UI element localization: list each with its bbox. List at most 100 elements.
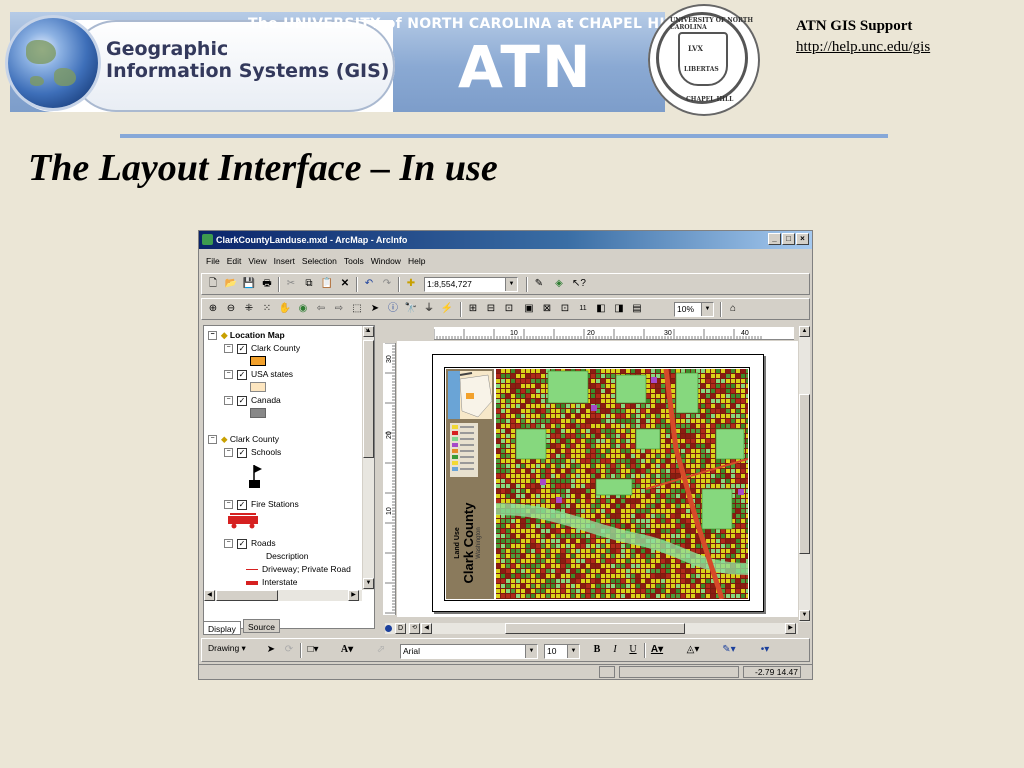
menu-file[interactable]: File xyxy=(206,252,220,270)
italic-button[interactable]: I xyxy=(608,643,622,657)
forward-extent-icon[interactable]: ⇨ xyxy=(332,302,346,316)
zoom-whole-page-icon[interactable]: ▣ xyxy=(522,302,536,316)
land-use-map[interactable] xyxy=(496,369,748,599)
toc-fire-stations[interactable]: − ✓ Fire Stations xyxy=(224,499,299,510)
underline-button[interactable]: U xyxy=(626,643,640,657)
hscroll-thumb[interactable] xyxy=(216,590,278,601)
select-elements-icon[interactable]: ➤ xyxy=(368,302,382,316)
undo-icon[interactable]: ↶ xyxy=(362,277,376,291)
paste-icon[interactable]: 📋 xyxy=(320,277,334,291)
previous-extent-layout-icon[interactable]: ◧ xyxy=(594,302,608,316)
line-color-icon[interactable]: ✎▾ xyxy=(722,643,736,657)
font-size-combo[interactable]: 10 ▼ xyxy=(544,644,580,659)
copy-icon[interactable]: ⧉ xyxy=(302,277,316,291)
menu-insert[interactable]: Insert xyxy=(274,252,295,270)
full-extent-icon[interactable]: ◉ xyxy=(296,302,310,316)
edit-vertices-icon[interactable]: ⬀ xyxy=(374,643,388,657)
zoom-in-icon[interactable]: ⊕ xyxy=(206,302,220,316)
text-tool-icon[interactable]: A▾ xyxy=(340,643,354,657)
chevron-down-icon[interactable]: ▼ xyxy=(525,645,537,658)
scroll-left-arrow-icon[interactable]: ◀ xyxy=(204,590,215,601)
layout-vertical-scrollbar[interactable]: ▲ ▼ xyxy=(798,326,810,622)
chevron-down-icon[interactable]: ▼ xyxy=(701,303,713,316)
scroll-right-arrow-icon[interactable]: ▶ xyxy=(348,590,359,601)
toc-usa-states[interactable]: − ✓ USA states xyxy=(224,369,293,380)
refresh-icon[interactable]: ⟲ xyxy=(409,623,420,634)
toc-clark-county-layer[interactable]: − ✓ Clark County xyxy=(224,343,300,354)
layout-horizontal-scrollbar[interactable]: D ⟲ ◀ ▶ xyxy=(385,623,798,634)
editor-toolbar-icon[interactable]: ✎ xyxy=(532,277,546,291)
toc-horizontal-scrollbar[interactable]: ◀ ▶ xyxy=(204,590,362,601)
menu-selection[interactable]: Selection xyxy=(302,252,337,270)
layout-scroll-thumb[interactable] xyxy=(799,394,810,554)
toc-close-icon[interactable]: × xyxy=(365,326,370,335)
redo-icon[interactable]: ↷ xyxy=(380,277,394,291)
chevron-down-icon[interactable]: ▼ xyxy=(567,645,579,658)
layout-zoom-out-icon[interactable]: ⊟ xyxy=(484,302,498,316)
layout-zoom-combo[interactable]: 10% ▼ xyxy=(674,302,714,317)
toc-vertical-scrollbar[interactable]: ▲ ▼ xyxy=(362,326,374,590)
toc-schools[interactable]: − ✓ Schools xyxy=(224,447,281,458)
scroll-thumb[interactable] xyxy=(363,340,374,458)
menu-view[interactable]: View xyxy=(248,252,266,270)
cut-icon[interactable]: ✂ xyxy=(284,277,298,291)
drawing-menu[interactable]: Drawing ▾ xyxy=(208,643,246,654)
menu-window[interactable]: Window xyxy=(371,252,401,270)
layout-zoom-in-icon[interactable]: ⊞ xyxy=(466,302,480,316)
zoom-out-icon[interactable]: ⊖ xyxy=(224,302,238,316)
toggle-draft-icon[interactable]: ▤ xyxy=(630,302,644,316)
find-icon[interactable]: 🔭 xyxy=(404,302,418,316)
fixed-zoom-out-icon[interactable]: ⁙ xyxy=(260,302,274,316)
chevron-down-icon[interactable]: ▼ xyxy=(505,278,517,291)
save-icon[interactable]: 💾 xyxy=(242,277,256,291)
window-titlebar[interactable]: ClarkCountyLanduse.mxd - ArcMap - ArcInf… xyxy=(199,231,812,249)
minimize-button[interactable]: _ xyxy=(768,233,781,245)
scroll-down-arrow-icon[interactable]: ▼ xyxy=(363,578,374,589)
delete-icon[interactable]: ✕ xyxy=(338,277,352,291)
rotate-icon[interactable]: ⟳ xyxy=(282,643,296,657)
map-scale-combo[interactable]: 1:8,554,727 ▼ xyxy=(424,277,518,292)
scroll-left-arrow-icon[interactable]: ◀ xyxy=(421,623,432,634)
select-features-icon[interactable]: ⬚ xyxy=(350,302,364,316)
identify-icon[interactable]: ⓘ xyxy=(386,302,400,316)
font-color-icon[interactable]: A▾ xyxy=(650,643,664,657)
open-folder-icon[interactable]: 📂 xyxy=(224,277,238,291)
select-elements-icon[interactable]: ➤ xyxy=(264,643,278,657)
add-data-icon[interactable]: ✚ xyxy=(404,277,418,291)
close-button[interactable]: × xyxy=(796,233,809,245)
hyperlink-icon[interactable]: ⚡ xyxy=(440,302,454,316)
fixed-zoom-in-layout-icon[interactable]: ⊠ xyxy=(540,302,554,316)
layout-pan-icon[interactable]: ⊡ xyxy=(502,302,516,316)
tab-source[interactable]: Source xyxy=(243,619,280,633)
scroll-right-arrow-icon[interactable]: ▶ xyxy=(785,623,796,634)
layout-view-icon[interactable]: D xyxy=(395,623,406,634)
font-name-combo[interactable]: Arial ▼ xyxy=(400,644,538,659)
marker-color-icon[interactable]: •▾ xyxy=(758,643,772,657)
scroll-up-arrow-icon[interactable]: ▲ xyxy=(799,326,810,337)
tab-display[interactable]: Display xyxy=(203,621,241,635)
toc-roads[interactable]: − ✓ Roads xyxy=(224,538,276,549)
layout-hscroll-thumb[interactable] xyxy=(505,623,685,634)
change-layout-icon[interactable]: ⌂ xyxy=(726,302,740,316)
toc-location-map[interactable]: − ◆ Location Map xyxy=(208,330,285,341)
rectangle-tool-icon[interactable]: □▾ xyxy=(306,643,320,657)
fill-color-icon[interactable]: ◬▾ xyxy=(686,643,700,657)
support-link[interactable]: http://help.unc.edu/gis xyxy=(796,39,930,56)
bold-button[interactable]: B xyxy=(590,643,604,657)
print-icon[interactable]: 🖶 xyxy=(260,277,274,291)
location-inset-map[interactable] xyxy=(448,371,493,419)
arctoolbox-icon[interactable]: ◈ xyxy=(552,277,566,291)
pan-icon[interactable]: ✋ xyxy=(278,302,292,316)
fixed-zoom-in-icon[interactable]: ⁜ xyxy=(242,302,256,316)
new-document-icon[interactable]: 🗋 xyxy=(206,277,220,291)
toc-clark-county-frame[interactable]: − ◆ Clark County xyxy=(208,434,279,445)
scroll-down-arrow-icon[interactable]: ▼ xyxy=(799,610,810,621)
whats-this-icon[interactable]: ↖? xyxy=(572,277,586,291)
menu-edit[interactable]: Edit xyxy=(227,252,242,270)
measure-icon[interactable]: ⏚ xyxy=(422,302,436,316)
next-extent-layout-icon[interactable]: ◨ xyxy=(612,302,626,316)
menu-help[interactable]: Help xyxy=(408,252,425,270)
maximize-button[interactable]: □ xyxy=(782,233,795,245)
back-extent-icon[interactable]: ⇦ xyxy=(314,302,328,316)
data-view-icon[interactable] xyxy=(385,625,392,632)
